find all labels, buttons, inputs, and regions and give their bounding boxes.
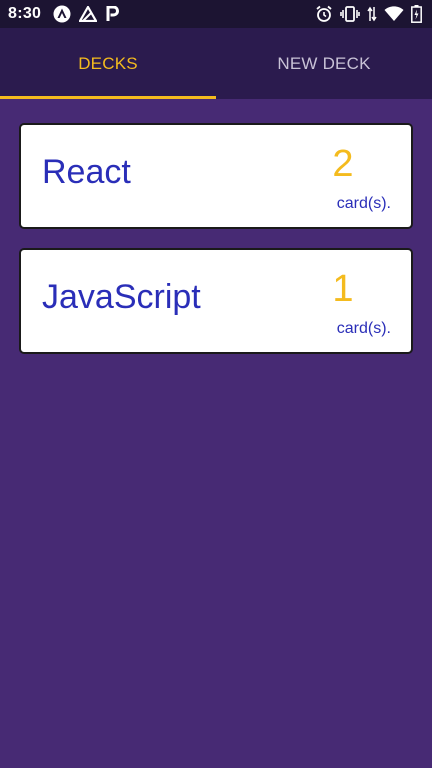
status-bar: 8:30 [0,0,432,28]
tab-decks-label: DECKS [78,53,138,73]
deck-card-count-label: card(s). [336,195,391,212]
deck-card-count-label: card(s). [336,320,391,337]
parking-icon [105,6,120,22]
vibrate-icon [340,6,360,22]
tab-bar: DECKS NEW DECK [0,28,432,99]
status-time: 8:30 [8,5,42,22]
arrow-triangle-icon [79,6,98,22]
tab-decks[interactable]: DECKS [0,28,216,99]
deck-card-javascript[interactable]: JavaScript 1 card(s). [19,248,413,354]
tab-new-deck-label: NEW DECK [277,53,371,73]
status-bar-left: 8:30 [8,5,127,23]
deck-card-count: 2 [332,143,354,185]
active-tab-indicator [0,96,216,99]
battery-icon [411,5,422,23]
data-arrows-icon [367,6,377,22]
react-native-icon [53,5,71,23]
tab-new-deck[interactable]: NEW DECK [216,28,432,99]
deck-card-react[interactable]: React 2 card(s). [19,123,413,229]
deck-title: React [42,153,131,191]
deck-card-count: 1 [332,268,354,310]
status-bar-right [308,5,422,23]
alarm-icon [315,5,333,23]
wifi-icon [384,6,404,22]
deck-title: JavaScript [42,278,201,316]
